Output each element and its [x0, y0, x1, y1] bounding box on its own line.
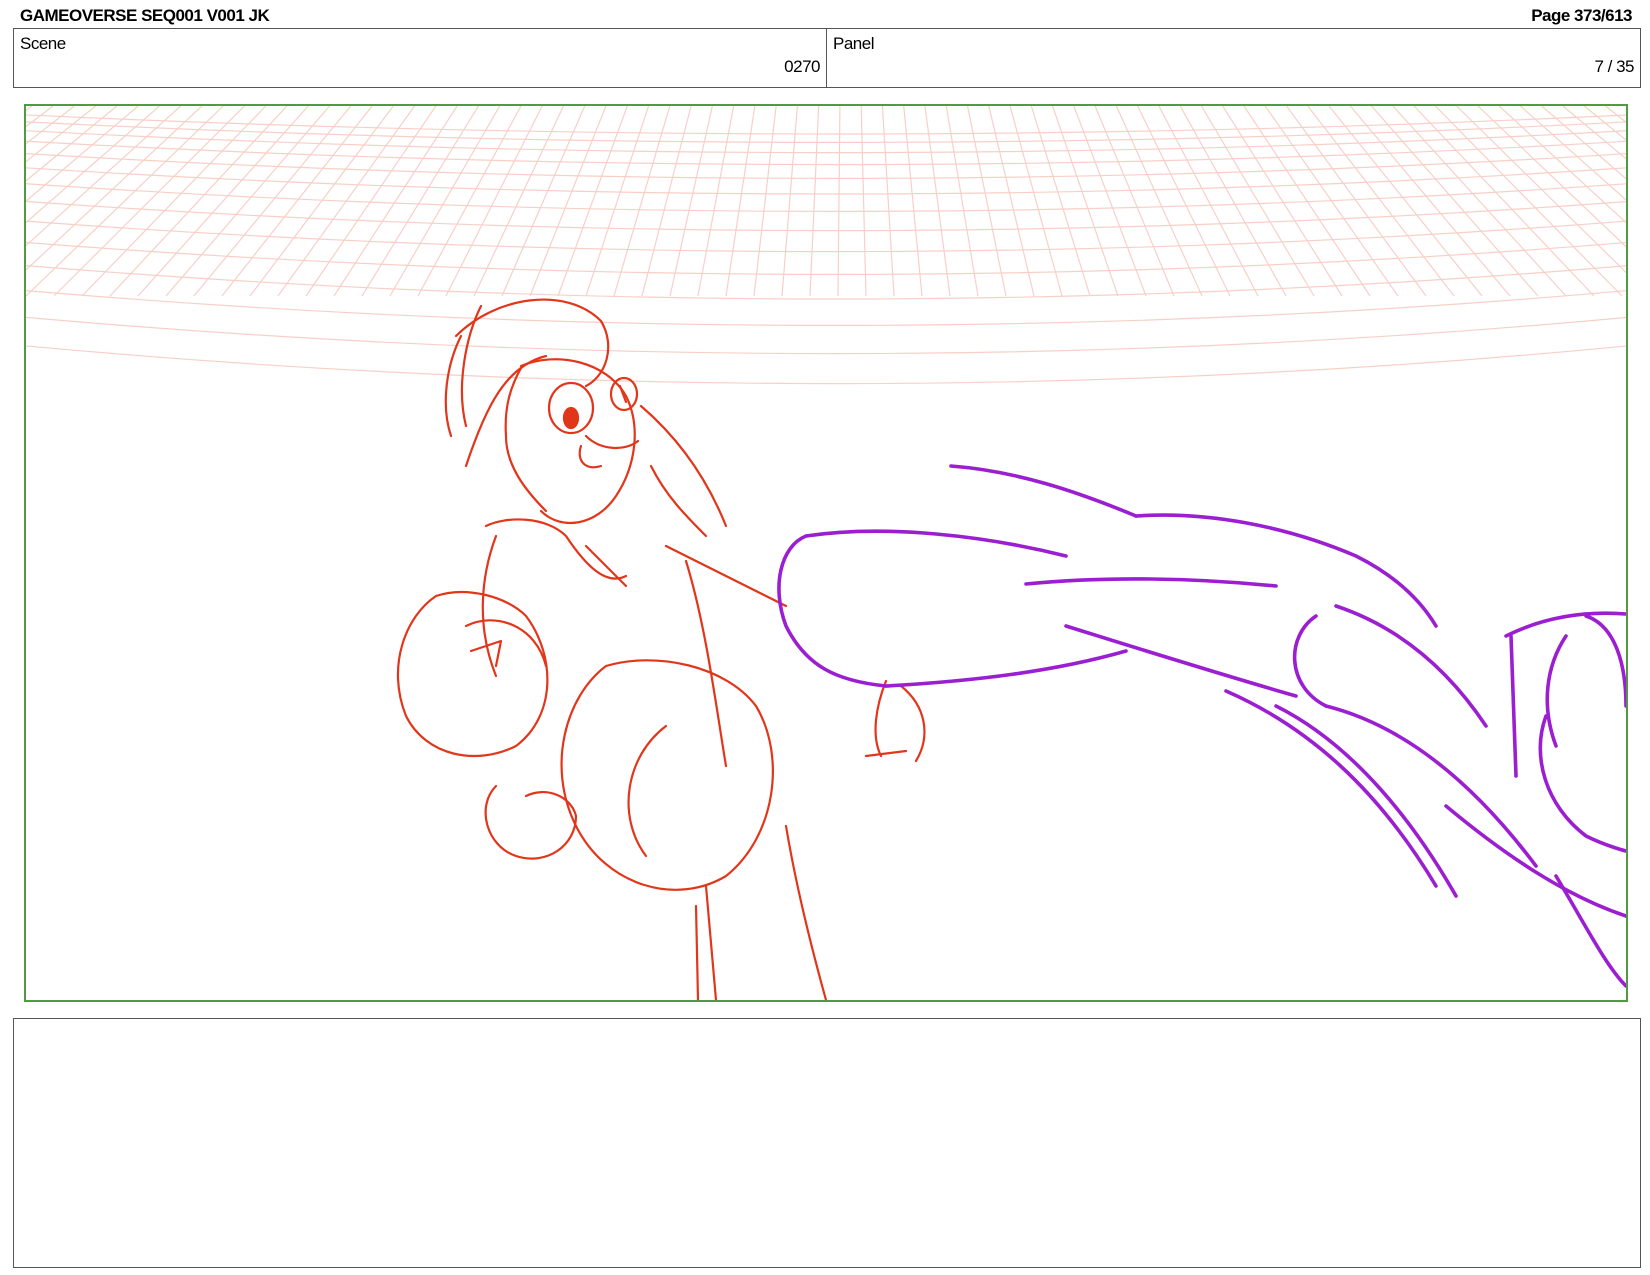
document-title: GAMEOVERSE SEQ001 V001 JK: [20, 6, 270, 25]
scene-number: 0270: [784, 57, 820, 76]
panel-number: 7 / 35: [1594, 57, 1634, 76]
perspective-grid: [26, 106, 1626, 385]
panel-cell: Panel 7 / 35: [827, 29, 1640, 87]
storyboard-frame: [24, 104, 1628, 1002]
page-number: Page 373/613: [1531, 6, 1632, 25]
panel-label: Panel: [833, 34, 874, 53]
scene-panel-info: Scene 0270 Panel 7 / 35: [13, 28, 1641, 88]
scene-label: Scene: [20, 34, 66, 53]
sketch-character-right: [777, 464, 1626, 988]
scene-cell: Scene 0270: [14, 29, 827, 87]
sketch-character-left: [396, 298, 926, 1000]
notes-area: [13, 1018, 1641, 1268]
storyboard-sketch: [26, 106, 1626, 1000]
